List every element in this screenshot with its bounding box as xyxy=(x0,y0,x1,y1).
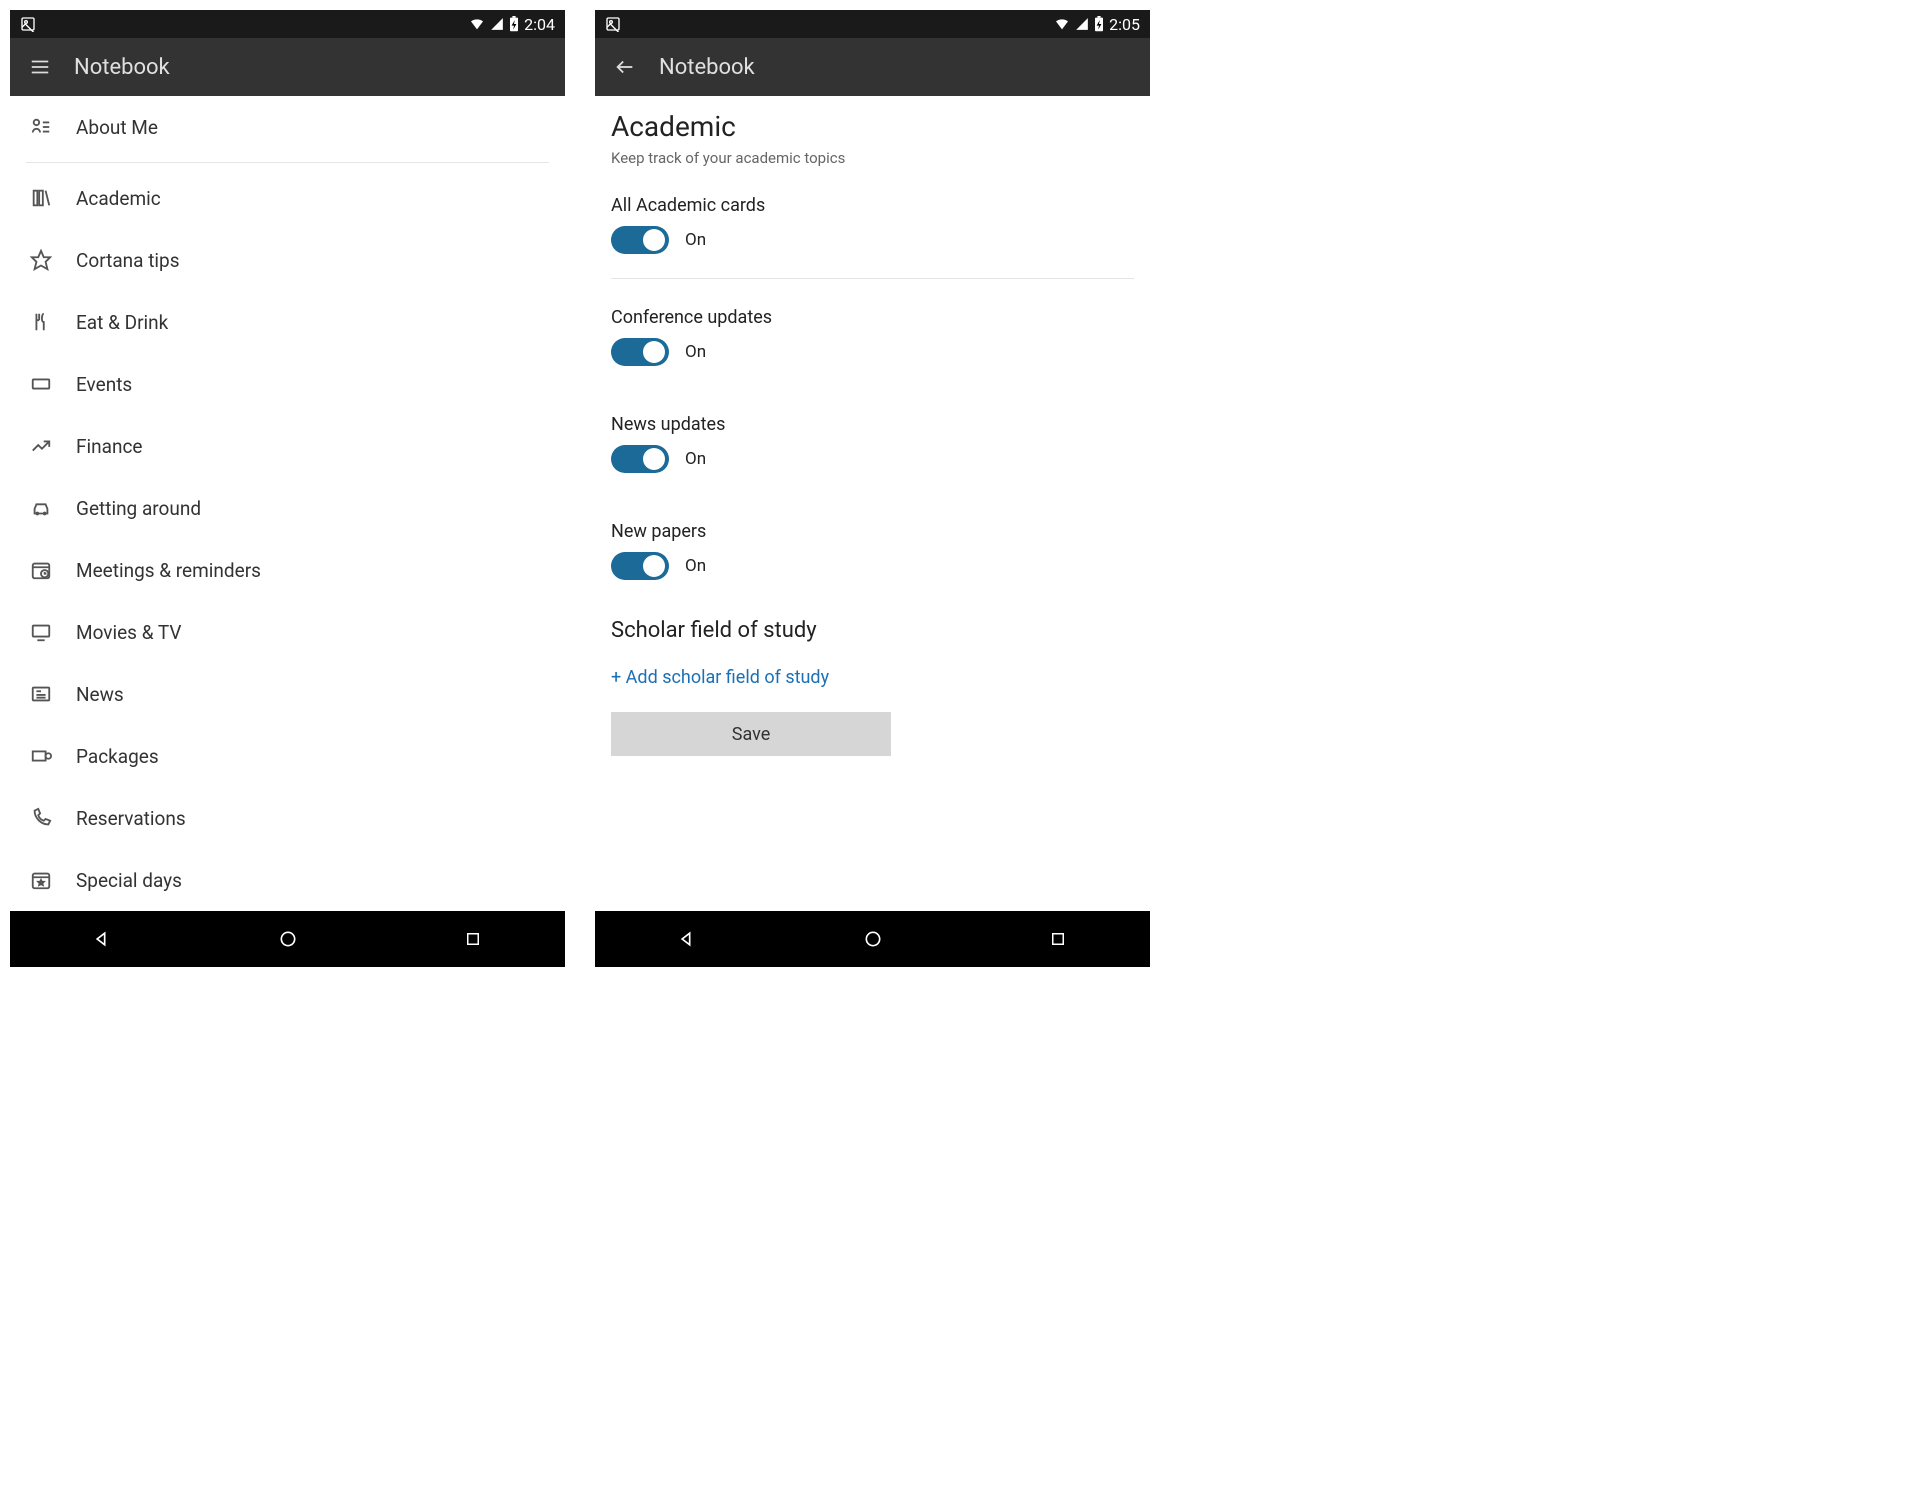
list-item-cortana-tips[interactable]: Cortana tips xyxy=(26,229,549,291)
statusbar: 2:04 xyxy=(10,10,565,38)
setting-label-new-papers: New papers xyxy=(611,521,1134,542)
toggle-state: On xyxy=(685,230,706,250)
statusbar-time: 2:04 xyxy=(524,15,555,34)
utensils-icon xyxy=(28,309,54,335)
toggle-state: On xyxy=(685,342,706,362)
star-icon xyxy=(28,247,54,273)
nav-home-icon[interactable] xyxy=(861,927,885,951)
list-item-academic[interactable]: Academic xyxy=(26,167,549,229)
phone-right: 2:05 Notebook Academic Keep track of you… xyxy=(595,10,1150,967)
phone-reservation-icon xyxy=(28,805,54,831)
signal-icon xyxy=(1075,17,1089,31)
list-item-movies-tv[interactable]: Movies & TV xyxy=(26,601,549,663)
books-icon xyxy=(28,185,54,211)
chart-up-icon xyxy=(28,433,54,459)
wifi-icon xyxy=(1054,16,1070,32)
package-icon xyxy=(28,743,54,769)
toggle-conference[interactable] xyxy=(611,338,669,366)
toggle-new-papers[interactable] xyxy=(611,552,669,580)
list-item-label: News xyxy=(76,683,124,706)
list-item-about-me[interactable]: About Me xyxy=(26,96,549,158)
toggle-state: On xyxy=(685,449,706,469)
person-list-icon xyxy=(28,114,54,140)
notebook-list: About Me Academic Cortana tips Eat & Dri… xyxy=(10,96,565,911)
list-item-label: Packages xyxy=(76,745,159,768)
list-item-packages[interactable]: Packages xyxy=(26,725,549,787)
save-button-label: Save xyxy=(732,724,771,745)
list-item-events[interactable]: Events xyxy=(26,353,549,415)
list-item-label: Cortana tips xyxy=(76,249,180,272)
ticket-icon xyxy=(28,371,54,397)
calendar-star-icon xyxy=(28,867,54,893)
list-item-label: Eat & Drink xyxy=(76,311,168,334)
wifi-icon xyxy=(469,16,485,32)
battery-charging-icon xyxy=(509,16,519,32)
calendar-clock-icon xyxy=(28,557,54,583)
list-item-label: Movies & TV xyxy=(76,621,181,644)
academic-settings: Academic Keep track of your academic top… xyxy=(595,96,1150,911)
toggle-state: On xyxy=(685,556,706,576)
picture-icon xyxy=(605,16,621,32)
list-item-label: Events xyxy=(76,373,132,396)
list-item-label: Academic xyxy=(76,187,161,210)
nav-recent-icon[interactable] xyxy=(461,927,485,951)
phone-left: 2:04 Notebook About Me Academic Cortana xyxy=(10,10,565,967)
add-scholar-field-link[interactable]: + Add scholar field of study xyxy=(611,667,1134,688)
battery-charging-icon xyxy=(1094,16,1104,32)
setting-label-all-cards: All Academic cards xyxy=(611,195,1134,216)
car-icon xyxy=(28,495,54,521)
list-item-finance[interactable]: Finance xyxy=(26,415,549,477)
page-title: Academic xyxy=(611,96,1134,143)
divider xyxy=(611,278,1134,279)
list-item-meetings-reminders[interactable]: Meetings & reminders xyxy=(26,539,549,601)
nav-home-icon[interactable] xyxy=(276,927,300,951)
page-subtitle: Keep track of your academic topics xyxy=(611,149,1134,167)
back-icon[interactable] xyxy=(613,55,637,79)
android-navbar xyxy=(595,911,1150,967)
list-item-label: Meetings & reminders xyxy=(76,559,261,582)
appbar-title: Notebook xyxy=(74,55,170,80)
list-item-reservations[interactable]: Reservations xyxy=(26,787,549,849)
menu-icon[interactable] xyxy=(28,55,52,79)
statusbar-time: 2:05 xyxy=(1109,15,1140,34)
list-item-label: Finance xyxy=(76,435,142,458)
list-item-eat-drink[interactable]: Eat & Drink xyxy=(26,291,549,353)
newspaper-icon xyxy=(28,681,54,707)
picture-icon xyxy=(20,16,36,32)
list-item-label: Special days xyxy=(76,869,182,892)
list-item-news[interactable]: News xyxy=(26,663,549,725)
save-button[interactable]: Save xyxy=(611,712,891,756)
signal-icon xyxy=(490,17,504,31)
nav-back-icon[interactable] xyxy=(676,927,700,951)
statusbar: 2:05 xyxy=(595,10,1150,38)
appbar: Notebook xyxy=(595,38,1150,96)
list-item-special-days[interactable]: Special days xyxy=(26,849,549,911)
android-navbar xyxy=(10,911,565,967)
nav-recent-icon[interactable] xyxy=(1046,927,1070,951)
list-item-label: About Me xyxy=(76,116,158,139)
toggle-news[interactable] xyxy=(611,445,669,473)
appbar-title: Notebook xyxy=(659,55,755,80)
scholar-field-title: Scholar field of study xyxy=(611,618,1134,643)
divider xyxy=(26,162,549,163)
appbar: Notebook xyxy=(10,38,565,96)
list-item-label: Reservations xyxy=(76,807,186,830)
toggle-all-cards[interactable] xyxy=(611,226,669,254)
setting-label-conference: Conference updates xyxy=(611,307,1134,328)
setting-label-news: News updates xyxy=(611,414,1134,435)
nav-back-icon[interactable] xyxy=(91,927,115,951)
list-item-getting-around[interactable]: Getting around xyxy=(26,477,549,539)
tv-icon xyxy=(28,619,54,645)
list-item-label: Getting around xyxy=(76,497,201,520)
